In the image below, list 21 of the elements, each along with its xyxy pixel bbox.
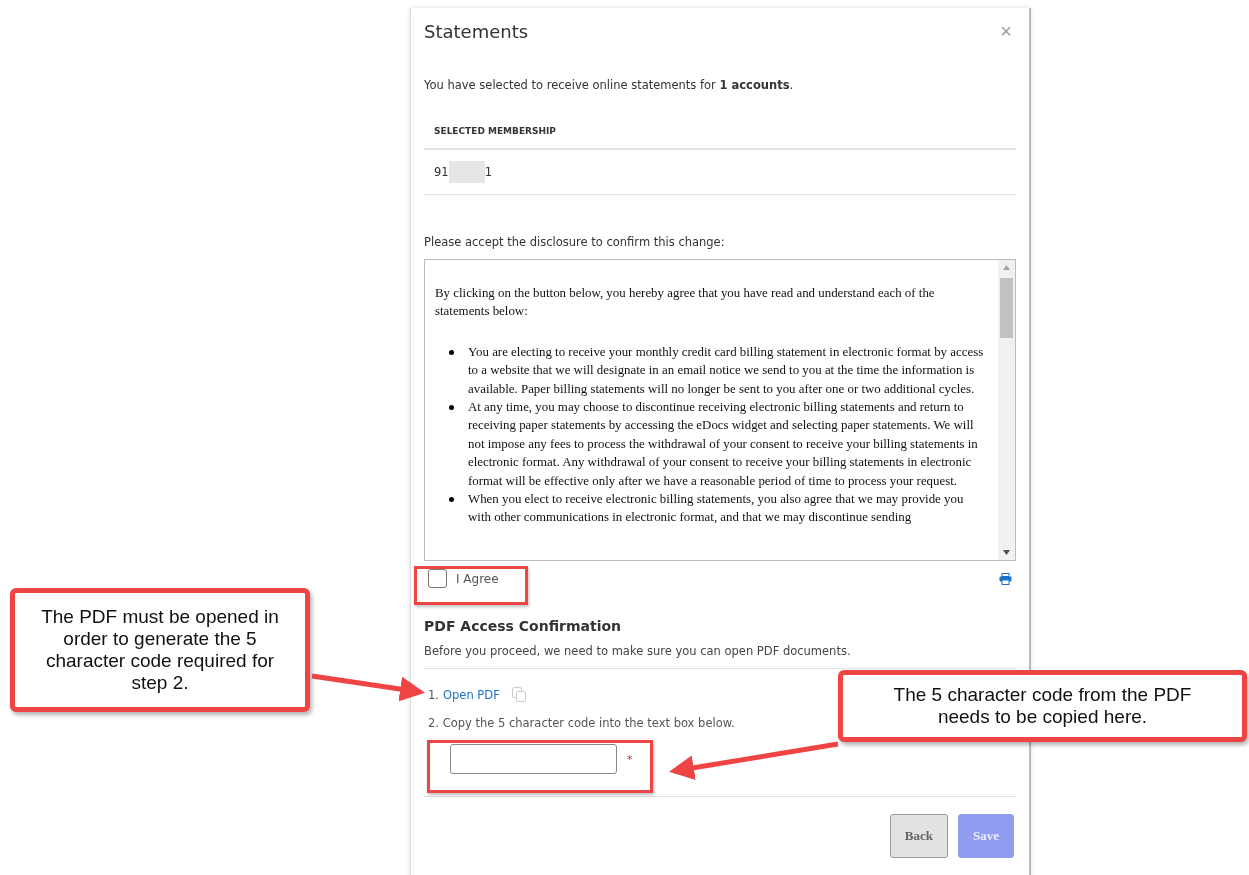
step-text: 2. Copy the 5 character code into the text box below. — [428, 716, 735, 730]
disclosure-prompt: Please accept the disclosure to confirm this change: — [424, 235, 726, 249]
dialog-title: Statements — [424, 20, 529, 42]
disclosure-item: You are electing to receive your monthly credit card billing statement in electronic format by access to a website that we will designate in an email notice we send to you at the time the information is available. Paper billing statements will no longer be sent to you after one or two additional cycles. — [468, 343, 985, 398]
close-button[interactable]: × — [996, 19, 1016, 43]
intro-text: You have selected to receive online statements for 1 accounts. — [424, 78, 795, 92]
disclosure-item: At any time, you may choose to discontinue receiving electronic billing statements and return to receiving paper statements by accessing the eDocs widget and selecting paper statements. We will not impose any fees to process the withdrawal of your consent to receive your billing statements in electronic format. Any withdrawal of your consent to receive your billing statements in electronic format will be effective only after we have a reasonable period of time to process your request. — [468, 399, 979, 490]
disclosure-text: By clicking on the button below, you hereby agree that you have read and understand each of the statements below: — [435, 285, 936, 321]
required-mark: * — [627, 752, 633, 766]
disclosure-item: When you elect to receive electronic billing statements, you also agree that we may provide you with other communications in electronic format, and that we may discontinue sending — [468, 491, 965, 527]
section-heading: PDF Access Confirmation — [424, 618, 623, 634]
callout-text: The PDF must be opened in order to generate the 5 character code required for step 2. — [10, 588, 310, 712]
callout-text: The 5 character code from the PDF needs to be copied here. — [838, 670, 1247, 742]
membership-number-end: 1 — [484, 165, 492, 179]
section-subtitle: Before you proceed, we need to make sure you can open PDF documents. — [424, 644, 1016, 669]
step-number: 1. — [428, 687, 439, 702]
agree-label: I Agree — [456, 571, 499, 586]
open-pdf-link[interactable]: Open PDF — [443, 687, 500, 702]
membership-number: 91 — [434, 165, 449, 179]
back-button[interactable]: Back — [889, 814, 948, 858]
table-header: SELECTED MEMBERSHIP — [424, 92, 1016, 150]
